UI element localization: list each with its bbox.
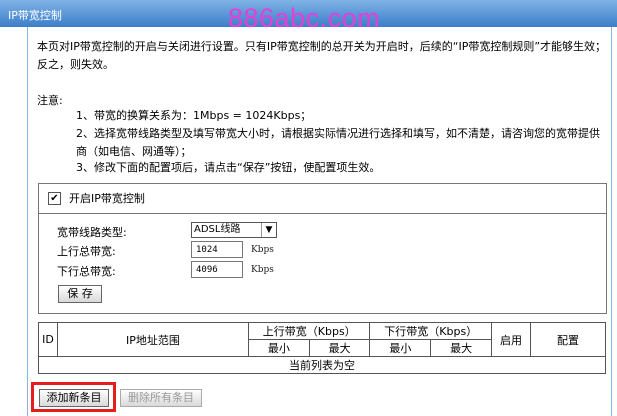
empty-list-message: 当前列表为空	[38, 356, 606, 374]
enable-label: 开启IP带宽控制	[69, 192, 145, 205]
intro-text: 本页对IP带宽控制的开启与关闭进行设置。只有IP带宽控制的总开关为开启时，后续的…	[37, 40, 607, 71]
header-up-min: 最小	[248, 339, 310, 357]
up-bandwidth-unit: Kbps	[251, 245, 274, 255]
down-bandwidth-input[interactable]: 4096	[191, 261, 243, 278]
line-type-label: 宽带线路类型:	[57, 226, 127, 239]
header-down-max: 最大	[430, 339, 492, 357]
rules-table: ID IP地址范围 上行带宽（Kbps） 下行带宽（Kbps） 启用 配置 最小…	[38, 322, 606, 374]
header-up-max: 最大	[308, 339, 371, 357]
header-id: ID	[38, 322, 58, 357]
note-item-3: 3、修改下面的配置项后，请点击“保存”按钮，使配置项生效。	[76, 161, 381, 174]
highlight-box	[31, 382, 116, 412]
save-button[interactable]: 保 存	[58, 285, 102, 303]
down-bandwidth-label: 下行总带宽:	[57, 265, 116, 278]
header-down-min: 最小	[369, 339, 432, 357]
up-bandwidth-label: 上行总带宽:	[57, 245, 116, 258]
header-config: 配置	[530, 322, 606, 357]
header-up-bandwidth: 上行带宽（Kbps）	[247, 322, 371, 340]
header-enable: 启用	[491, 322, 531, 357]
notes-title: 注意:	[37, 94, 63, 107]
down-bandwidth-unit: Kbps	[251, 265, 274, 275]
note-item-1: 1、带宽的换算关系为：1Mbps = 1024Kbps；	[76, 109, 312, 122]
up-bandwidth-input[interactable]: 1024	[191, 241, 243, 258]
enable-checkbox[interactable]: ✔	[48, 191, 61, 205]
header-down-bandwidth: 下行带宽（Kbps）	[369, 322, 492, 340]
delete-all-button[interactable]: 删除所有条目	[120, 389, 202, 407]
header-ip-range: IP地址范围	[57, 322, 249, 357]
note-item-2: 2、选择宽带线路类型及填写带宽大小时，请根据实际情况进行选择和填写，如不清楚，请…	[76, 127, 600, 158]
line-type-value: ADSL线路	[194, 224, 241, 235]
chevron-down-icon: ▼	[261, 223, 276, 237]
line-type-select[interactable]: ADSL线路 ▼	[191, 222, 277, 238]
enable-row: ✔ 开启IP带宽控制	[48, 190, 145, 206]
divider	[39, 213, 606, 214]
window-title: IP带宽控制	[8, 9, 62, 22]
